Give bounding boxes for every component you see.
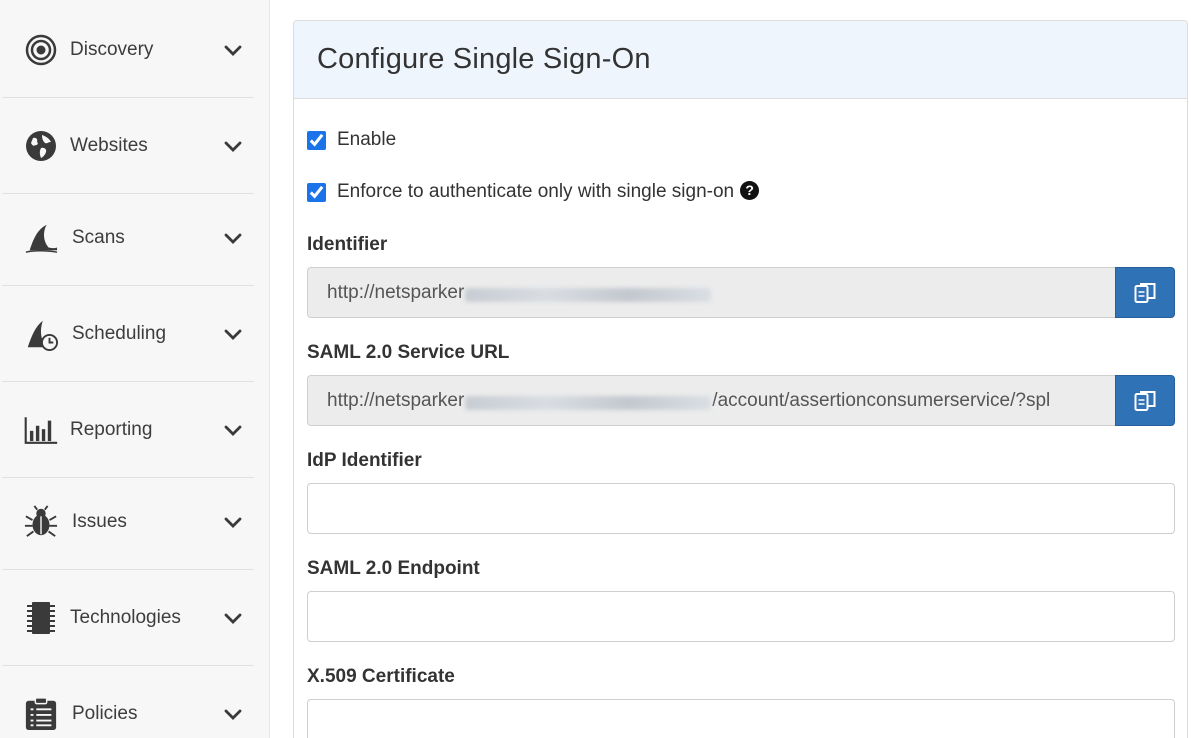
bug-icon [24, 504, 58, 539]
page-title: Configure Single Sign-On [317, 43, 651, 75]
sidebar-item-issues[interactable]: Issues [2, 474, 254, 570]
help-icon[interactable]: ? [740, 180, 760, 200]
saml-endpoint-input[interactable] [307, 591, 1175, 642]
chevron-down-icon [222, 419, 244, 441]
enable-label: Enable [337, 129, 397, 150]
copy-icon [1134, 390, 1156, 411]
chevron-down-icon [222, 39, 244, 61]
sidebar-item-technologies[interactable]: Technologies [2, 570, 254, 666]
idp-identifier-input[interactable] [307, 483, 1175, 534]
identifier-input[interactable]: http://netsparker [307, 267, 1115, 318]
sidebar-item-websites[interactable]: Websites [2, 98, 254, 194]
sidebar-item-reporting[interactable]: Reporting [2, 382, 254, 478]
shark-fin-icon [24, 221, 58, 255]
sidebar-item-discovery[interactable]: Discovery [2, 2, 254, 98]
chevron-down-icon [222, 703, 244, 725]
copy-saml-service-url-button[interactable] [1115, 375, 1175, 426]
sidebar-item-policies[interactable]: Policies [2, 666, 254, 738]
sidebar-item-label: Scans [72, 226, 125, 248]
copy-identifier-button[interactable] [1115, 267, 1175, 318]
sidebar-item-label: Policies [72, 703, 138, 724]
enforce-sso-checkbox[interactable] [307, 182, 326, 202]
sidebar-item-label: Issues [72, 510, 127, 532]
identifier-field-group: http://netsparker [307, 267, 1175, 318]
identifier-value: http://netsparker [327, 281, 465, 303]
sidebar-item-scheduling[interactable]: Scheduling [2, 286, 254, 382]
chevron-down-icon [222, 511, 244, 533]
enable-checkbox-row[interactable]: Enable [307, 129, 396, 151]
x509-certificate-textarea[interactable] [307, 699, 1175, 738]
sidebar: Discovery Websites Scans Scheduling Repo… [0, 0, 270, 738]
x509-certificate-label: X.509 Certificate [307, 666, 455, 687]
copy-icon [1134, 282, 1156, 303]
redacted-text [465, 287, 712, 302]
idp-identifier-label: IdP Identifier [307, 450, 422, 471]
enforce-sso-label: Enforce to authenticate only with single… [337, 181, 735, 202]
sidebar-item-label: Discovery [70, 38, 154, 60]
saml-service-url-suffix: /account/assertionconsumerservice/?spl [712, 389, 1051, 411]
enforce-checkbox-row[interactable]: Enforce to authenticate only with single… [307, 180, 760, 203]
sidebar-item-label: Websites [70, 134, 148, 156]
chevron-down-icon [222, 227, 244, 249]
identifier-label: Identifier [307, 234, 388, 255]
sidebar-item-label: Scheduling [72, 322, 167, 344]
saml-service-url-field-group: http://netsparker/account/assertionconsu… [307, 375, 1175, 426]
panel-header: Configure Single Sign-On [294, 21, 1187, 99]
saml-service-url-label: SAML 2.0 Service URL [307, 342, 510, 363]
sidebar-item-label: Reporting [70, 418, 153, 440]
enable-checkbox[interactable] [307, 130, 326, 150]
shark-fin-clock-icon [24, 317, 58, 351]
chevron-down-icon [222, 323, 244, 345]
saml-endpoint-label: SAML 2.0 Endpoint [307, 558, 480, 579]
sso-config-panel: Configure Single Sign-On Enable Enforce … [293, 20, 1188, 738]
globe-icon [24, 129, 58, 163]
saml-service-url-input[interactable]: http://netsparker/account/assertionconsu… [307, 375, 1115, 426]
sidebar-item-label: Technologies [70, 606, 181, 628]
sidebar-item-scans[interactable]: Scans [2, 190, 254, 286]
chevron-down-icon [222, 607, 244, 629]
saml-service-url-prefix: http://netsparker [327, 389, 465, 411]
target-icon [24, 33, 58, 67]
chevron-down-icon [222, 135, 244, 157]
redacted-text [465, 395, 712, 410]
bar-chart-icon [24, 413, 58, 447]
clipboard-list-icon [24, 697, 58, 731]
chip-icon [24, 601, 58, 635]
